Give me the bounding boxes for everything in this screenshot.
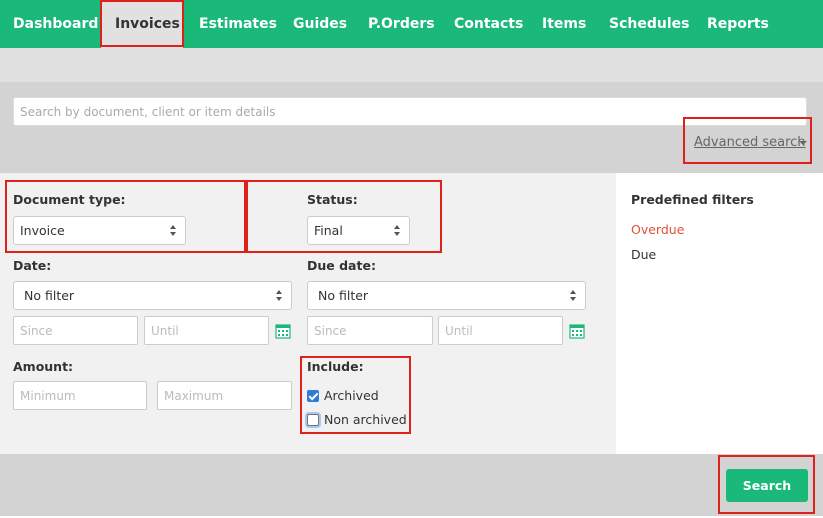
- due-date-filter-value: No filter: [318, 288, 369, 303]
- nav-purchase-orders[interactable]: P.Orders: [368, 0, 435, 48]
- amount-label: Amount:: [13, 359, 74, 374]
- action-bar: [0, 454, 823, 518]
- nav-schedules[interactable]: Schedules: [609, 0, 689, 48]
- archived-label: Archived: [324, 388, 379, 403]
- status-select[interactable]: Final: [307, 216, 410, 245]
- due-date-select[interactable]: No filter: [307, 281, 586, 310]
- date-since-input[interactable]: [13, 316, 138, 345]
- date-select[interactable]: No filter: [13, 281, 292, 310]
- nav-items[interactable]: Items: [542, 0, 586, 48]
- predefined-filter-due[interactable]: Due: [631, 247, 656, 262]
- select-arrows-icon: [394, 225, 400, 237]
- date-until-input[interactable]: [144, 316, 269, 345]
- document-type-label: Document type:: [13, 192, 126, 207]
- nav-estimates[interactable]: Estimates: [199, 0, 277, 48]
- calendar-icon[interactable]: [569, 323, 585, 339]
- due-date-label: Due date:: [307, 258, 376, 273]
- due-date-until-input[interactable]: [438, 316, 563, 345]
- caret-down-icon[interactable]: [799, 141, 807, 145]
- sub-header-strip: [0, 48, 823, 82]
- predefined-filter-overdue[interactable]: Overdue: [631, 222, 684, 237]
- status-value: Final: [314, 223, 343, 238]
- non-archived-checkbox[interactable]: [307, 414, 319, 426]
- document-type-value: Invoice: [20, 223, 65, 238]
- nav-dashboard[interactable]: Dashboard: [13, 0, 98, 48]
- select-arrows-icon: [570, 290, 576, 302]
- due-date-since-input[interactable]: [307, 316, 433, 345]
- include-label: Include:: [307, 359, 364, 374]
- status-label: Status:: [307, 192, 358, 207]
- nav-guides[interactable]: Guides: [293, 0, 347, 48]
- calendar-icon[interactable]: [275, 323, 291, 339]
- nav-invoices[interactable]: Invoices: [101, 0, 183, 48]
- search-input[interactable]: [13, 97, 807, 126]
- predefined-filters-panel: [616, 173, 823, 454]
- top-navigation: Dashboard Invoices Estimates Guides P.Or…: [0, 0, 823, 48]
- select-arrows-icon: [170, 225, 176, 237]
- advanced-search-link[interactable]: Advanced search: [694, 135, 806, 150]
- amount-minimum-input[interactable]: [13, 381, 147, 410]
- search-button[interactable]: Search: [726, 469, 808, 502]
- archived-checkbox[interactable]: [307, 390, 319, 402]
- amount-maximum-input[interactable]: [157, 381, 292, 410]
- search-band: [0, 82, 823, 173]
- non-archived-label: Non archived: [324, 412, 407, 427]
- date-filter-value: No filter: [24, 288, 75, 303]
- predefined-filters-title: Predefined filters: [631, 192, 754, 207]
- nav-contacts[interactable]: Contacts: [454, 0, 523, 48]
- select-arrows-icon: [276, 290, 282, 302]
- document-type-select[interactable]: Invoice: [13, 216, 186, 245]
- date-label: Date:: [13, 258, 52, 273]
- nav-reports[interactable]: Reports: [707, 0, 769, 48]
